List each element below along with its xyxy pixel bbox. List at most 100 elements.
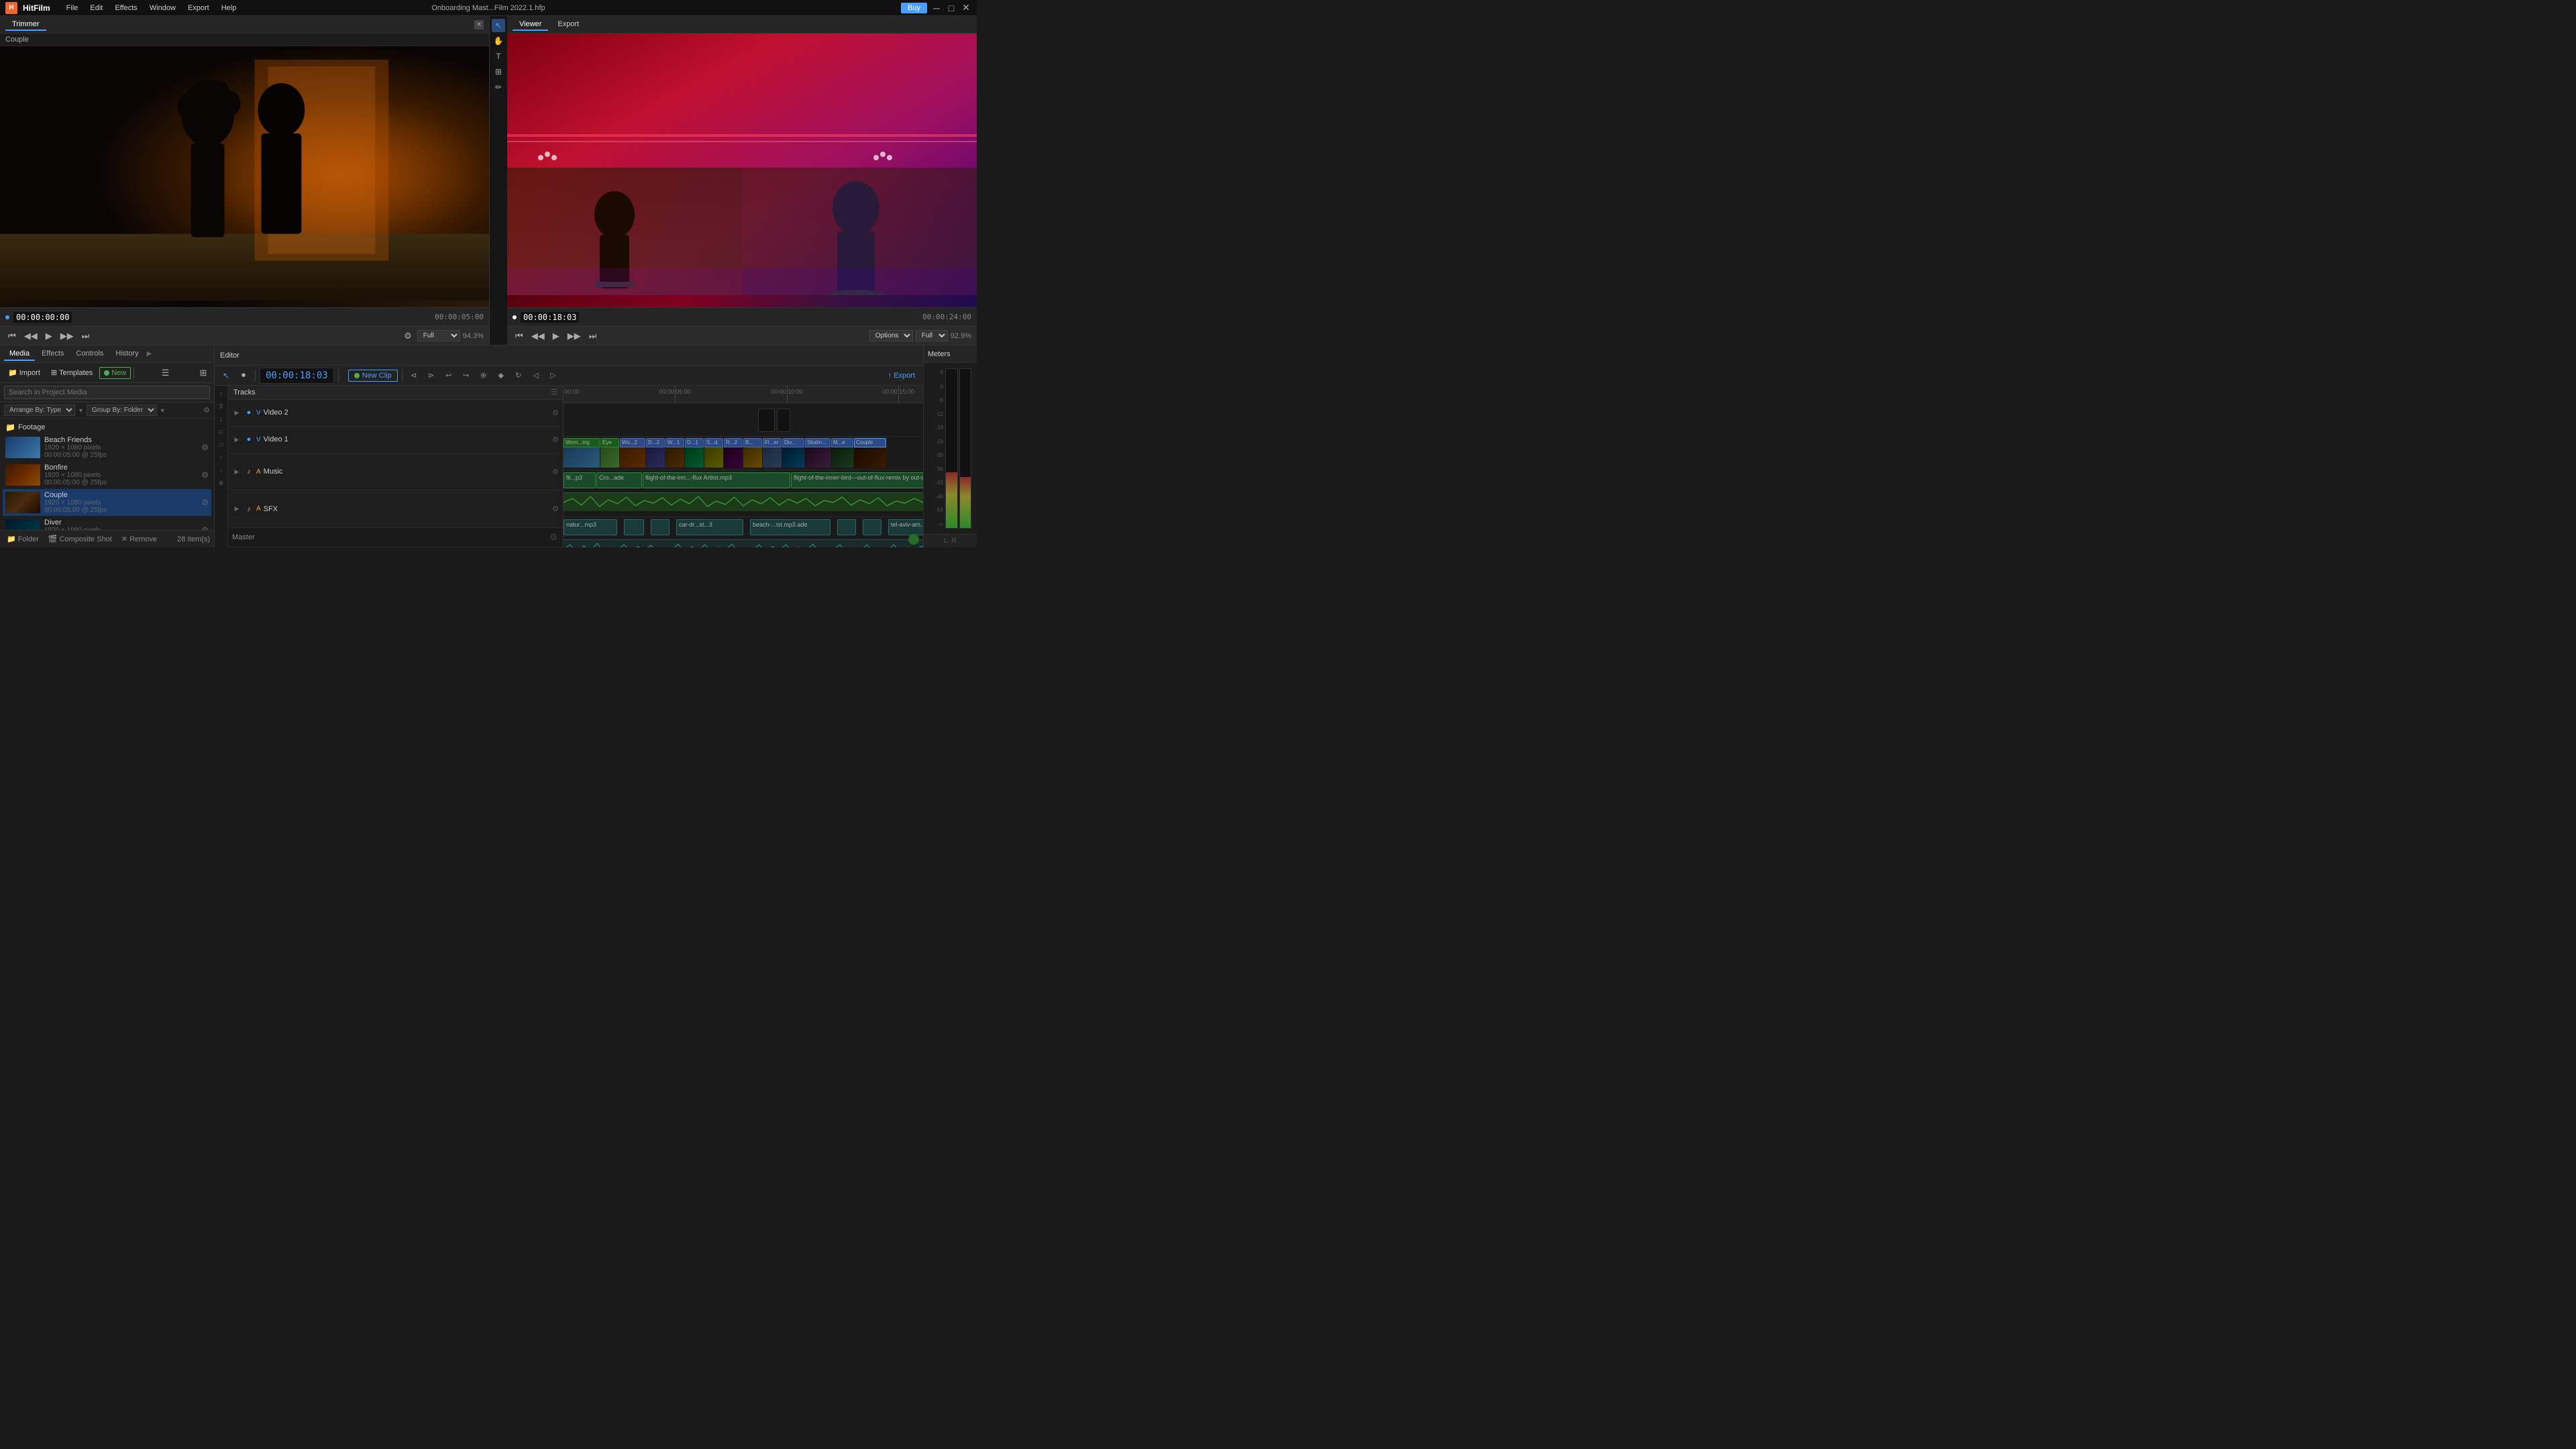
tab-media[interactable]: Media bbox=[4, 347, 35, 361]
text-tool-btn[interactable]: T bbox=[492, 50, 505, 63]
panel-tab-more[interactable]: ▶ bbox=[146, 349, 154, 359]
timeline-track-sfx[interactable]: natur...mp3 car-dr...st...3 bbox=[564, 517, 923, 547]
folder-footage[interactable]: 📁 Footage bbox=[3, 421, 211, 433]
track-tool-7[interactable]: ↓ bbox=[216, 465, 227, 476]
menu-window[interactable]: Window bbox=[144, 3, 181, 13]
arrange-by-select[interactable]: Arrange By: Type bbox=[4, 405, 75, 416]
group-by-select[interactable]: Group By: Folder bbox=[87, 405, 157, 416]
sfx-clip-3[interactable] bbox=[651, 519, 669, 535]
track-menu-btn[interactable]: ☰ bbox=[551, 388, 557, 396]
arrange-settings-btn[interactable]: ⚙ bbox=[203, 406, 210, 415]
composite-shot-btn[interactable]: 🎬 Composite Shot bbox=[46, 534, 115, 544]
viewer-next-frame[interactable]: ⏭ bbox=[586, 329, 600, 343]
trimmer-next-frame[interactable]: ⏭ bbox=[79, 329, 93, 343]
video2-settings[interactable]: ⚙ bbox=[552, 409, 559, 417]
slice-btn[interactable]: ⊳ bbox=[424, 368, 439, 383]
color-tool-btn[interactable]: ✏ bbox=[492, 80, 505, 94]
music-clip-4[interactable]: flight-of-the-inner-bird---out-of-flux-r… bbox=[791, 472, 923, 488]
view-list-btn[interactable]: ☰ bbox=[159, 366, 172, 380]
editor-select-btn[interactable]: ↖ bbox=[219, 368, 233, 383]
music-clip-3[interactable]: flight-of-the-inn...-flux Artlist.mp3 bbox=[643, 472, 790, 488]
media-item-couple[interactable]: Couple 1920 × 1080 pixels 00:00:05:00 @ … bbox=[3, 489, 211, 516]
trimmer-step-back[interactable]: ◀◀ bbox=[21, 329, 40, 343]
viewer-play-in-out[interactable]: ▶▶ bbox=[565, 329, 584, 343]
tab-trimmer[interactable]: Trimmer bbox=[5, 19, 46, 31]
menu-file[interactable]: File bbox=[61, 3, 84, 13]
v2-clip-1[interactable] bbox=[758, 409, 775, 432]
media-item-diver[interactable]: Diver 1920 × 1080 pixels 00:00:05:00 @ 2… bbox=[3, 517, 211, 530]
marker-btn[interactable]: ◆ bbox=[494, 368, 508, 383]
editor-timecode[interactable]: 00:00:18:03 bbox=[260, 368, 334, 384]
track-tool-2[interactable]: ⇕ bbox=[216, 401, 227, 412]
music-expand[interactable]: ▶ bbox=[232, 467, 241, 476]
viewer-prev-frame[interactable]: ⏮ bbox=[513, 329, 526, 343]
ripple-delete-btn[interactable]: ⊲ bbox=[407, 368, 421, 383]
sfx-clip-5[interactable]: beach-...ist.mp3.ade bbox=[750, 519, 830, 535]
timeline-track-video2[interactable] bbox=[564, 403, 923, 437]
track-tool-8[interactable]: ⊕ bbox=[216, 478, 227, 488]
out-point-btn[interactable]: ▷ bbox=[546, 368, 561, 383]
loop-btn[interactable]: ↻ bbox=[511, 368, 526, 383]
track-tool-3[interactable]: ↨ bbox=[216, 414, 227, 425]
select-tool-btn[interactable]: ↖ bbox=[492, 19, 505, 32]
sfx-clip-1[interactable]: natur...mp3 bbox=[564, 519, 617, 535]
sfx-expand[interactable]: ▶ bbox=[232, 504, 241, 514]
sfx-clip-8[interactable]: tel-aviv-am...rtisf.mp3 bbox=[888, 519, 923, 535]
trimmer-play[interactable]: ▶ bbox=[43, 329, 55, 343]
menu-help[interactable]: Help bbox=[216, 3, 242, 13]
sfx-settings[interactable]: ⚙ bbox=[552, 504, 559, 513]
media-item-bonfire[interactable]: Bonfire 1920 × 1080 pixels 00:00:05:00 @… bbox=[3, 462, 211, 488]
remove-btn[interactable]: ✕ Remove bbox=[119, 534, 160, 544]
snap-btn[interactable]: ⊕ bbox=[476, 368, 491, 383]
video1-expand[interactable]: ▶ bbox=[232, 435, 241, 444]
sfx-clip-2[interactable] bbox=[624, 519, 644, 535]
video1-settings[interactable]: ⚙ bbox=[552, 435, 559, 444]
unlink-btn[interactable]: ↪ bbox=[459, 368, 474, 383]
editor-record-btn[interactable]: ⏺ bbox=[236, 368, 251, 383]
view-grid-btn[interactable]: ⊞ bbox=[197, 366, 210, 380]
viewer-step-back[interactable]: ◀◀ bbox=[529, 329, 547, 343]
link-btn[interactable]: ↩ bbox=[441, 368, 456, 383]
menu-edit[interactable]: Edit bbox=[85, 3, 108, 13]
video2-visibility[interactable]: ● bbox=[244, 408, 254, 417]
v2-clip-2[interactable] bbox=[777, 409, 790, 432]
trimmer-prev-frame[interactable]: ⏮ bbox=[5, 329, 19, 343]
music-clip-2[interactable]: Cro...ade bbox=[596, 472, 642, 488]
menu-export[interactable]: Export bbox=[182, 3, 215, 13]
tab-controls[interactable]: Controls bbox=[70, 347, 109, 361]
timeline-ruler[interactable]: 00:00:00:00 00:00:05:00 00:00:10:00 00:0… bbox=[564, 386, 923, 403]
media-item-beach-friends[interactable]: Beach Friends 1920 × 1080 pixels 00:00:0… bbox=[3, 434, 211, 461]
track-tool-5[interactable]: ⊃ bbox=[216, 439, 227, 450]
media-settings-diver[interactable]: ⚙ bbox=[201, 525, 209, 530]
crop-tool-btn[interactable]: ⊞ bbox=[492, 65, 505, 78]
timeline-track-music[interactable]: fil...p3 Cro...ade flight-of-the-inn...-… bbox=[564, 470, 923, 517]
sfx-clip-4[interactable]: car-dr...st...3 bbox=[676, 519, 743, 535]
viewer-play-pause[interactable]: ▶ bbox=[550, 329, 562, 343]
in-point-btn[interactable]: ◁ bbox=[529, 368, 543, 383]
tab-export[interactable]: Export bbox=[551, 19, 586, 31]
trimmer-panel-menu[interactable]: ✕ bbox=[474, 20, 484, 30]
viewer-options-select[interactable]: Options bbox=[869, 330, 913, 341]
timeline-track-video1[interactable]: Wom...ing Eye Wo...2 D...2 W...1 D...1 S… bbox=[564, 437, 923, 470]
folder-btn[interactable]: 📁 Folder bbox=[4, 534, 42, 544]
new-clip-button[interactable]: New Clip bbox=[348, 370, 398, 382]
maximize-button[interactable]: □ bbox=[946, 3, 957, 13]
menu-effects[interactable]: Effects bbox=[109, 3, 142, 13]
media-settings-beach[interactable]: ⚙ bbox=[201, 443, 209, 452]
media-settings-couple[interactable]: ⚙ bbox=[201, 498, 209, 507]
sfx-clip-7[interactable] bbox=[863, 519, 881, 535]
track-tool-6[interactable]: ↑ bbox=[216, 452, 227, 463]
tab-viewer[interactable]: Viewer bbox=[513, 19, 548, 31]
track-tool-4[interactable]: ⊂ bbox=[216, 427, 227, 437]
sfx-clip-6[interactable] bbox=[837, 519, 856, 535]
trimmer-play-in-out[interactable]: ▶▶ bbox=[58, 329, 76, 343]
viewer-quality-select[interactable]: FullHalf bbox=[916, 330, 948, 341]
search-input[interactable] bbox=[4, 386, 210, 399]
templates-button[interactable]: ⊞ Templates bbox=[47, 367, 97, 378]
master-settings[interactable]: ⚙ bbox=[548, 532, 559, 543]
export-button[interactable]: ↑ Export bbox=[884, 370, 919, 381]
video2-expand[interactable]: ▶ bbox=[232, 408, 241, 417]
master-record-btn[interactable] bbox=[908, 534, 919, 545]
video1-visibility[interactable]: ● bbox=[244, 435, 254, 444]
trimmer-quality-select[interactable]: FullHalfQuarter bbox=[417, 330, 460, 341]
